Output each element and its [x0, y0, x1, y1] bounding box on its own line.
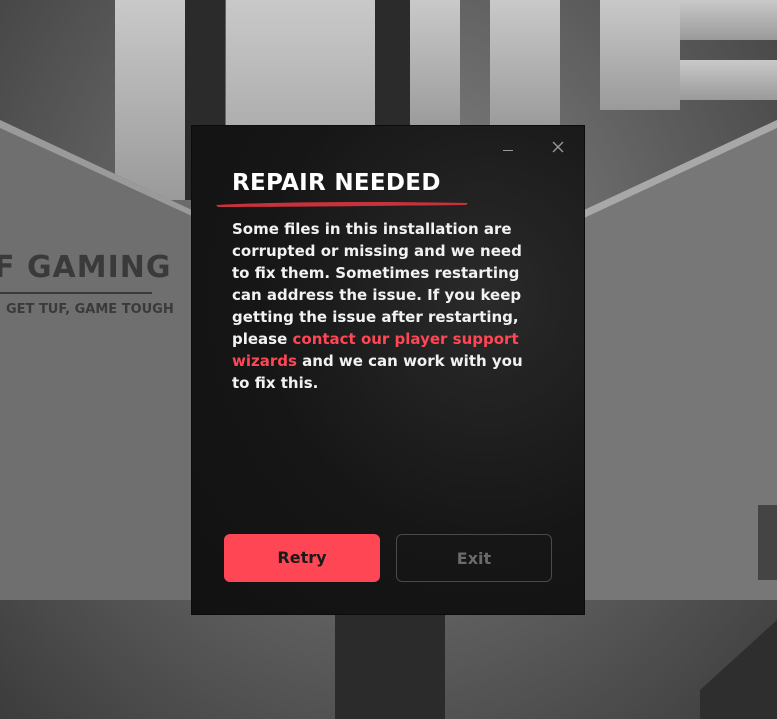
- minimize-icon: [503, 150, 513, 151]
- retry-button[interactable]: Retry: [224, 534, 380, 582]
- wallpaper-letter-block: [410, 0, 460, 130]
- wallpaper-letter-block: [490, 0, 560, 130]
- wallpaper-brand-underline: [0, 292, 152, 294]
- wallpaper-brand-text: F GAMING: [0, 250, 172, 285]
- dialog-title: REPAIR NEEDED: [232, 170, 441, 196]
- wallpaper-left-wedge: [0, 120, 192, 600]
- wallpaper-dark-stripe: [375, 0, 410, 130]
- wallpaper-right-edge-block: [758, 505, 777, 580]
- dialog-message: Some files in this installation are corr…: [232, 218, 532, 394]
- message-text-1: Some files in this installation are corr…: [232, 220, 522, 348]
- wallpaper-right-bottom-shape: [700, 620, 777, 719]
- wallpaper-letter-block: [680, 0, 777, 40]
- wallpaper-letter-block: [680, 60, 777, 100]
- wallpaper-letter-block: [600, 0, 680, 110]
- minimize-button[interactable]: [494, 136, 522, 158]
- exit-button[interactable]: Exit: [396, 534, 552, 582]
- close-icon: [552, 141, 564, 153]
- title-brush-underline: [216, 201, 468, 207]
- close-button[interactable]: [544, 136, 572, 158]
- wallpaper-right-wedge: [584, 120, 777, 600]
- wallpaper-dark-stripe: [335, 614, 445, 719]
- wallpaper-slogan: GET TUF, GAME TOUGH: [6, 302, 174, 317]
- repair-dialog: REPAIR NEEDED Some files in this install…: [192, 126, 584, 614]
